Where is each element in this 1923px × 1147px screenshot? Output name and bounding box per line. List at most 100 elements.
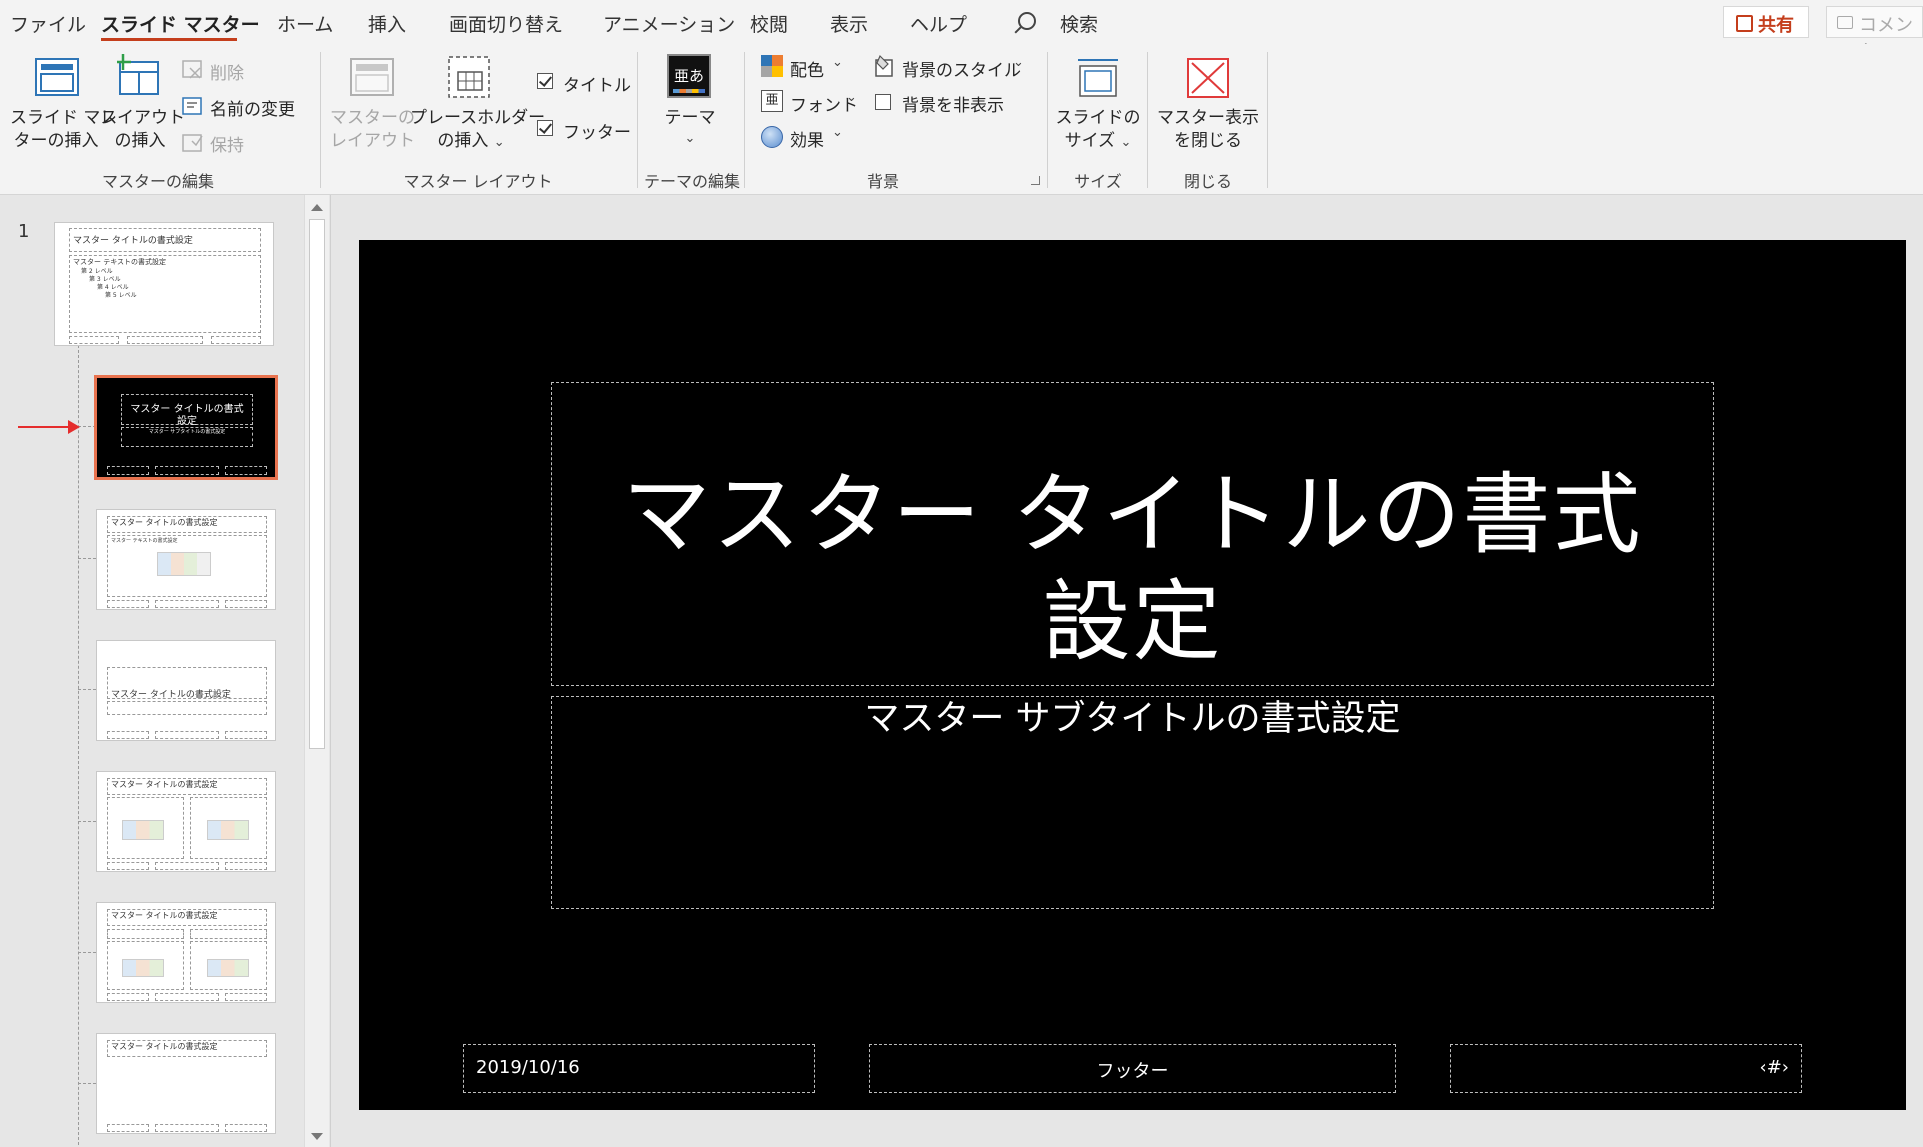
date-placeholder[interactable]: 2019/10/16 (463, 1044, 815, 1093)
thumbnail-title-content-layout[interactable]: マスター タイトルの書式設定 マスター テキストの書式設定 (96, 509, 276, 610)
thumb-title-text: マスター タイトルの書式設定 (111, 911, 218, 920)
insert-layout-label-1: レイアウト (100, 108, 185, 128)
group-label-master-layout: マスター レイアウト (403, 172, 553, 191)
group-separator (637, 52, 638, 188)
thumb-footer (155, 1124, 219, 1132)
thumbnail-comparison-layout[interactable]: マスター タイトルの書式設定 (96, 902, 276, 1003)
thumb-footer (155, 731, 219, 739)
effects-icon (761, 126, 783, 148)
thumbnail-slide-master[interactable]: マスター タイトルの書式設定 マスター テキストの書式設定 第 2 レベル 第 … (54, 222, 274, 346)
close-master-view-label-1: マスター表示 (1157, 108, 1259, 128)
scroll-down-arrow-icon[interactable] (311, 1133, 323, 1140)
delete-icon (182, 60, 202, 79)
insert-placeholder-icon (448, 56, 490, 98)
tab-slide-master[interactable]: スライド マスター (101, 10, 260, 37)
group-label-master-edit: マスターの編集 (101, 172, 214, 191)
tab-animations[interactable]: アニメーション (603, 10, 735, 37)
chevron-down-icon: ⌄ (832, 125, 843, 140)
fonts-icon: 亜 (761, 90, 783, 112)
slide-number-placeholder[interactable]: ‹#› (1450, 1044, 1802, 1093)
scroll-up-arrow-icon[interactable] (311, 204, 323, 211)
search-button[interactable]: 検索 (1060, 10, 1098, 37)
tree-connector (78, 426, 96, 427)
preserve-label: 保持 (210, 136, 244, 156)
comment-button[interactable]: コメント (1826, 6, 1923, 62)
thumb-title-text: マスター タイトルの書式設定 (111, 780, 218, 789)
colors-label: 配色 (790, 61, 824, 81)
title-checkbox[interactable] (537, 73, 553, 89)
insert-placeholder-label-2: の挿入 ⌄ (410, 130, 532, 154)
insert-placeholder-label-1: プレースホルダー (410, 108, 546, 128)
hide-background-label: 背景を非表示 (902, 96, 1004, 116)
active-tab-underline (101, 38, 237, 41)
thumbnail-two-content-layout[interactable]: マスター タイトルの書式設定 (96, 771, 276, 872)
thumb-footer-date (107, 600, 149, 608)
footer-page-number: ‹#› (1759, 1057, 1789, 1078)
thumb-footer-date (107, 466, 149, 475)
thumb-footer-date (107, 993, 149, 1001)
pointer-arrow (18, 426, 70, 428)
slide-title-line-1: マスター タイトルの書式 (622, 463, 1643, 566)
title-placeholder[interactable]: マスター タイトルの書式 設定 (551, 382, 1714, 686)
slide-title-line-2: 設定 (1042, 570, 1223, 673)
footer-placeholder[interactable]: フッター (869, 1044, 1396, 1093)
footer-checkbox[interactable] (537, 120, 553, 136)
rename-icon (182, 97, 202, 115)
thumbnail-title-layout[interactable]: マスター タイトルの書式 設定 マスター サブタイトルの書式設定 (94, 375, 278, 480)
background-styles-label: 背景のスタイル (902, 61, 1021, 81)
thumb-left-heading (107, 929, 184, 939)
thumbnail-section-header-layout[interactable]: マスター タイトルの書式設定 (96, 640, 276, 741)
thumb-right-heading (190, 929, 267, 939)
tab-help[interactable]: ヘルプ (910, 10, 967, 37)
thumbnail-scrollbar[interactable] (304, 195, 329, 1147)
subtitle-placeholder[interactable]: マスター サブタイトルの書式設定 (551, 696, 1714, 909)
tree-connector (78, 689, 96, 690)
slide-title: マスター タイトルの書式 設定 (552, 461, 1713, 675)
group-separator (1047, 52, 1048, 188)
scrollbar-thumb[interactable] (309, 219, 325, 749)
rename-label: 名前の変更 (210, 100, 295, 120)
thumb-content-icons (122, 820, 164, 840)
tab-home[interactable]: ホーム (277, 10, 333, 37)
slide-canvas[interactable]: マスター タイトルの書式 設定 マスター サブタイトルの書式設定 2019/10… (359, 240, 1906, 1110)
background-dialog-launcher[interactable] (1031, 176, 1040, 185)
group-separator (1267, 52, 1268, 188)
background-styles-icon (875, 54, 893, 77)
preserve-icon (182, 134, 203, 152)
search-icon[interactable] (1018, 12, 1036, 30)
hide-background-checkbox[interactable] (875, 94, 891, 110)
slide-subtitle: マスター サブタイトルの書式設定 (864, 699, 1401, 739)
tab-transitions[interactable]: 画面切り替え (449, 10, 563, 37)
tab-view[interactable]: 表示 (830, 10, 868, 37)
ribbon: スライド マス ターの挿入 レイアウト の挿入 削除 名前の変更 保持 マスター… (0, 44, 1923, 195)
thumbnail-pane: 1 マスター タイトルの書式設定 マスター テキストの書式設定 第 2 レベル … (0, 195, 330, 1147)
slide-size-icon (1078, 59, 1118, 97)
theme-icon: 亜あ (667, 54, 711, 98)
thumb-footer-date (107, 1124, 149, 1132)
group-label-background: 背景 (866, 172, 899, 191)
chevron-down-icon: ⌄ (1120, 135, 1132, 150)
footer-checkbox-label: フッター (563, 123, 631, 143)
thumb-footer-page (225, 993, 267, 1001)
tab-review[interactable]: 校閲 (750, 10, 788, 37)
master-layout-icon (350, 58, 394, 96)
footer-text: フッター (1096, 1061, 1169, 1082)
share-icon (1736, 15, 1753, 32)
close-master-view-label-2: を閉じる (1174, 131, 1242, 151)
thumb-footer-page (225, 466, 267, 475)
thumbnail-title-only-layout[interactable]: マスター タイトルの書式設定 (96, 1033, 276, 1134)
master-layout-label-1: マスターの (330, 108, 415, 128)
pane-divider[interactable] (330, 195, 331, 1147)
share-button[interactable]: 共有 (1723, 6, 1809, 38)
insert-slide-master-label-2: ターの挿入 (13, 131, 99, 151)
thumb-footer-page (225, 731, 267, 739)
footer-date: 2019/10/16 (476, 1057, 580, 1078)
slide-number: 1 (18, 221, 30, 242)
thumb-footer (155, 993, 219, 1001)
group-label-theme-edit: テーマの編集 (643, 172, 740, 191)
tab-insert[interactable]: 挿入 (368, 10, 406, 37)
insert-layout-icon (117, 54, 159, 95)
thumb-footer (155, 862, 219, 870)
tab-file[interactable]: ファイル (10, 10, 86, 37)
master-layout-label-2: レイアウト (330, 131, 415, 151)
